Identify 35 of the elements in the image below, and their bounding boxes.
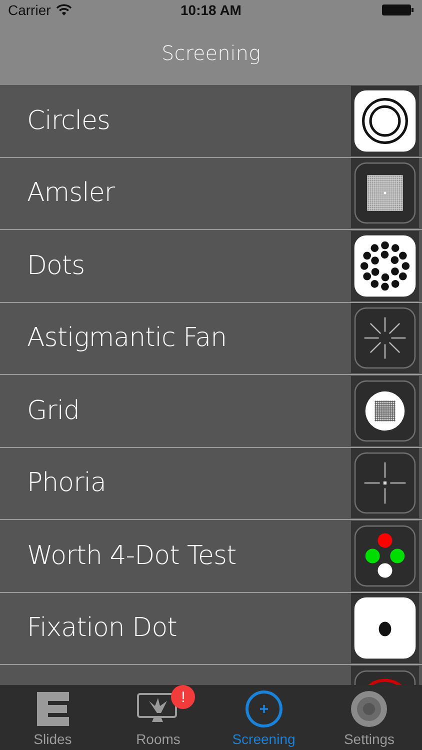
screen-title: Screening	[162, 40, 260, 64]
test-row[interactable]: Worth 4-Dot Test	[0, 520, 422, 592]
test-label: Astigmantic Fan	[26, 323, 228, 354]
monitor-icon	[137, 693, 180, 725]
wifi-icon	[56, 4, 72, 16]
concentric-circles-icon	[354, 90, 416, 152]
test-label: Worth 4-Dot Test	[26, 540, 238, 571]
dial-icon	[349, 689, 390, 729]
crosshair-icon	[354, 452, 416, 514]
plus-circle-icon	[244, 689, 284, 729]
clock-time: 10:18 AM	[180, 2, 242, 18]
tab-button[interactable]: Settings	[316, 685, 422, 750]
tab-button[interactable]: ! Rooms	[106, 685, 211, 750]
carrier-label: Carrier	[8, 2, 51, 18]
grid-square-icon	[354, 162, 416, 224]
test-row[interactable]: Fixation Dot	[0, 592, 422, 665]
test-row[interactable]: Phoria	[0, 448, 422, 520]
letter-e-icon	[34, 691, 71, 727]
test-row[interactable]: Amsler	[0, 158, 422, 230]
test-row[interactable]: Dots	[0, 230, 422, 302]
test-row[interactable]: Circles	[0, 85, 422, 158]
tab-button[interactable]: Slides	[0, 685, 106, 750]
four-dots-icon	[354, 524, 416, 587]
test-label: Circles	[26, 106, 112, 136]
radial-lines-icon	[354, 307, 416, 370]
test-label: Phoria	[26, 468, 107, 498]
test-label: Amsler	[26, 178, 116, 208]
test-row[interactable]: Grid	[0, 375, 422, 448]
test-row[interactable]: Astigmantic Fan	[0, 302, 422, 375]
test-label: Dots	[26, 250, 86, 281]
test-label: Fixation Dot	[26, 613, 178, 644]
dot-ring-icon	[354, 234, 416, 297]
notification-badge: !	[171, 685, 196, 709]
test-label: Grid	[26, 396, 81, 426]
battery-icon	[382, 4, 414, 16]
